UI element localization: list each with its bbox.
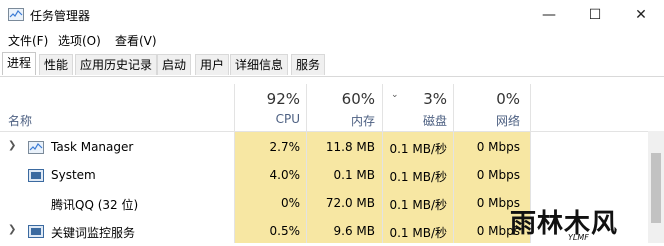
title-bar: 任务管理器 — ☐ ✕ [0, 0, 664, 30]
minimize-button[interactable]: — [526, 0, 572, 30]
cpu-percent: 92% [266, 90, 300, 108]
tab-processes[interactable]: 进程 [2, 52, 37, 75]
process-name: Task Manager [51, 140, 134, 154]
memory-percent: 60% [341, 90, 375, 108]
process-name: 关键词监控服务 [51, 226, 136, 240]
sort-chevron-icon: ⌄ [391, 90, 399, 100]
cpu-value: 0% [280, 196, 300, 210]
watermark-logo: 雨林木风 [510, 209, 619, 239]
menu-options[interactable]: 选项(O) [58, 32, 101, 49]
column-header-disk[interactable]: 磁盘 [423, 112, 447, 129]
column-header-cpu[interactable]: CPU [276, 112, 300, 126]
disk-value: 0.1 MB/秒 [389, 198, 447, 212]
table-row[interactable]: System 4.0% 0.1 MB 0.1 MB/秒 0 Mbps [0, 162, 664, 190]
process-name: 腾讯QQ (32 位) [51, 198, 139, 212]
system-icon [28, 169, 44, 182]
tab-bar: 进程 性能 应用历史记录 启动 用户 详细信息 服务 [0, 52, 664, 77]
network-percent: 0% [496, 90, 520, 108]
menu-file[interactable]: 文件(F) [8, 32, 48, 49]
menu-view[interactable]: 查看(V) [115, 32, 157, 49]
close-button[interactable]: ✕ [618, 0, 664, 30]
window-title: 任务管理器 [30, 9, 91, 23]
expand-chevron-icon[interactable]: ❯ [8, 140, 16, 151]
service-icon [28, 225, 44, 238]
cpu-value: 4.0% [269, 168, 301, 182]
column-header-name[interactable]: 名称 [8, 112, 32, 129]
column-header-memory[interactable]: 内存 [351, 112, 375, 129]
network-value: 0 Mbps [476, 140, 520, 154]
watermark-sub: YLMF [568, 233, 589, 242]
column-header-network[interactable]: 网络 [496, 112, 520, 129]
tab-performance[interactable]: 性能 [39, 54, 74, 75]
disk-value: 0.1 MB/秒 [389, 170, 447, 184]
tab-services[interactable]: 服务 [291, 54, 326, 75]
scrollbar-thumb[interactable] [651, 153, 661, 223]
maximize-button[interactable]: ☐ [572, 0, 618, 30]
network-value: 0 Mbps [476, 168, 520, 182]
table-row[interactable]: ❯ Task Manager 2.7% 11.8 MB 0.1 MB/秒 0 M… [0, 134, 664, 162]
tab-startup[interactable]: 启动 [157, 54, 192, 75]
process-name: System [51, 168, 96, 182]
cpu-value: 0.5% [269, 224, 301, 238]
column-header: 名称 92% CPU 60% 内存 ⌄ 3% 磁盘 0% 网络 [0, 84, 664, 132]
tab-users[interactable]: 用户 [195, 54, 230, 75]
memory-value: 9.6 MB [333, 224, 375, 238]
task-manager-icon [8, 8, 24, 21]
task-manager-icon [28, 141, 44, 154]
disk-percent: 3% [423, 90, 447, 108]
expand-chevron-icon[interactable]: ❯ [8, 224, 16, 235]
menu-bar: 文件(F) 选项(O) 查看(V) [0, 30, 664, 50]
disk-value: 0.1 MB/秒 [389, 142, 447, 156]
memory-value: 0.1 MB [333, 168, 375, 182]
tab-details[interactable]: 详细信息 [230, 54, 289, 75]
memory-value: 72.0 MB [325, 196, 375, 210]
cpu-value: 2.7% [269, 140, 301, 154]
tab-app-history[interactable]: 应用历史记录 [75, 54, 158, 75]
memory-value: 11.8 MB [325, 140, 375, 154]
vertical-scrollbar[interactable] [648, 131, 664, 243]
disk-value: 0.1 MB/秒 [389, 226, 447, 240]
